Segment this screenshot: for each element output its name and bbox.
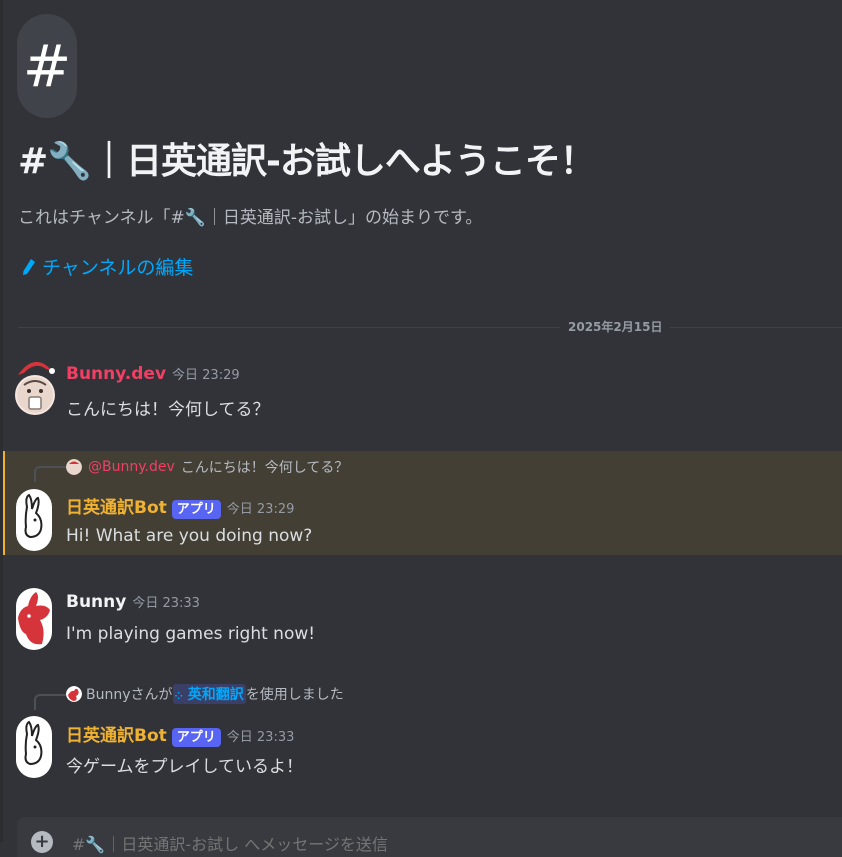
interaction-user[interactable]: Bunnyさんが — [86, 684, 173, 704]
reply-avatar — [66, 459, 82, 475]
avatar[interactable] — [14, 355, 56, 421]
interaction-avatar — [66, 686, 82, 702]
message-timestamp: 今日 23:33 — [132, 596, 200, 611]
interaction-preview[interactable]: Bunnyさんが ⁘ 英和翻訳 を使用しました — [66, 684, 344, 704]
message-author[interactable]: Bunny.dev — [66, 364, 166, 384]
welcome-subtitle: これはチャンネル「#🔧｜日英通訳-お試し」の始まりです。 — [18, 208, 483, 228]
message-text: Hi! What are you doing now? — [66, 526, 313, 546]
message-timestamp: 今日 23:29 — [226, 502, 295, 517]
command-name: 英和翻訳 — [187, 687, 244, 703]
message-composer: + — [17, 817, 842, 857]
reply-connector — [34, 694, 68, 710]
edit-channel-label: チャンネルの編集 — [42, 257, 194, 279]
date-divider-label: 2025年2月15日 — [560, 318, 671, 335]
message-text: こんにちは！今何してる？ — [66, 400, 270, 420]
message-timestamp: 今日 23:33 — [226, 730, 295, 745]
bot-avatar[interactable] — [16, 489, 52, 551]
welcome-title: #🔧｜日英通訳-お試しへようこそ！ — [18, 141, 596, 182]
avatar[interactable] — [16, 588, 52, 650]
edit-channel-link[interactable]: チャンネルの編集 — [22, 253, 193, 280]
message-author[interactable]: Bunny — [66, 592, 126, 612]
channel-hash-icon: # — [17, 14, 77, 118]
command-mention[interactable]: ⁘ 英和翻訳 — [172, 684, 246, 704]
message-input[interactable] — [72, 835, 672, 854]
add-attachment-button[interactable]: + — [31, 831, 53, 853]
message-author[interactable]: 日英通訳Bot — [66, 493, 167, 518]
date-divider — [18, 327, 842, 328]
reply-mention[interactable]: @Bunny.dev — [86, 459, 177, 475]
reply-text: こんにちは！今何してる？ — [180, 460, 349, 476]
message-text: I'm playing games right now! — [66, 624, 316, 644]
app-badge: アプリ — [171, 728, 221, 747]
bot-avatar[interactable] — [16, 716, 52, 778]
pencil-icon — [23, 258, 35, 275]
reply-preview[interactable]: @Bunny.dev こんにちは！今何してる？ — [66, 457, 348, 477]
message-author[interactable]: 日英通訳Bot — [66, 721, 167, 746]
interaction-suffix: を使用しました — [245, 687, 344, 703]
reply-connector — [34, 466, 68, 482]
message-timestamp: 今日 23:29 — [172, 368, 240, 383]
command-icon: ⁘ — [174, 691, 183, 702]
message-text: 今ゲームをプレイしているよ！ — [66, 757, 303, 777]
left-edge — [0, 0, 3, 842]
app-badge: アプリ — [171, 500, 221, 519]
